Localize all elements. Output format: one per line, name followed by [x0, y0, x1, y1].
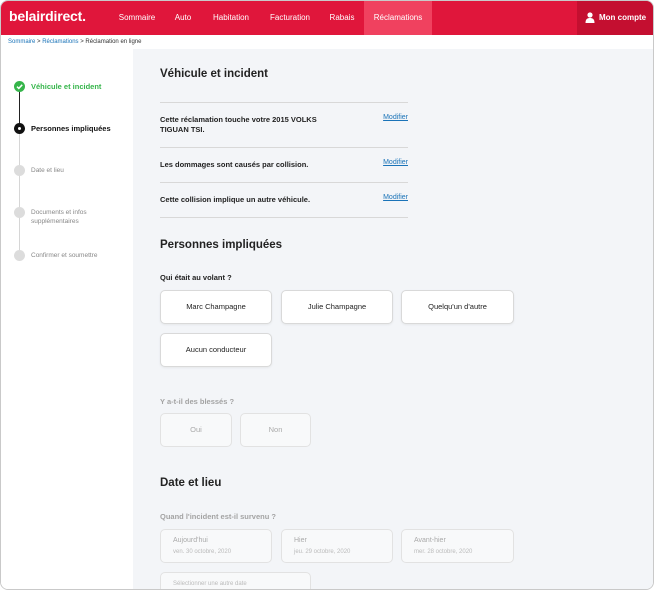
injury-option-yes[interactable]: Oui: [160, 413, 232, 447]
step-label: Personnes impliquées: [31, 124, 111, 133]
nav-item-auto[interactable]: Auto: [164, 1, 202, 35]
modify-link[interactable]: Modifier: [383, 114, 408, 121]
breadcrumb-current: Réclamation en ligne: [85, 39, 142, 45]
section-title-date: Date et lieu: [160, 477, 222, 489]
summary-text: Cette collision implique un autre véhicu…: [160, 195, 311, 204]
user-icon: [585, 12, 595, 23]
other-date-field[interactable]: Sélectionner une autre date: [160, 572, 311, 589]
driver-option-julie[interactable]: Julie Champagne: [281, 290, 393, 324]
breadcrumb-separator: >: [37, 39, 41, 45]
divider: [160, 147, 408, 148]
driver-option-other[interactable]: Quelqu'un d'autre: [401, 290, 514, 324]
breadcrumb-sommaire[interactable]: Sommaire: [8, 39, 35, 45]
modify-link[interactable]: Modifier: [383, 159, 408, 166]
date-option-date: ven. 30 octobre, 2020: [173, 549, 232, 555]
app-window: belairdirect. Sommaire Auto Habitation F…: [0, 0, 654, 590]
nav-item-rabais[interactable]: Rabais: [320, 1, 364, 35]
step-label: Véhicule et incident: [31, 82, 102, 91]
pending-step-icon: [14, 250, 25, 261]
date-option-label: Aujourd'hui: [173, 537, 208, 544]
divider: [160, 102, 408, 103]
nav-item-facturation[interactable]: Facturation: [260, 1, 320, 35]
pending-step-icon: [14, 165, 25, 176]
step-label: Confirmer et soumettre: [31, 252, 98, 259]
breadcrumb-separator: >: [80, 39, 84, 45]
date-option-label: Hier: [294, 537, 307, 544]
nav-item-sommaire[interactable]: Sommaire: [110, 1, 164, 35]
date-option-label: Avant-hier: [414, 537, 446, 544]
stepper-line-pending: [19, 133, 20, 253]
summary-text: Cette réclamation touche votre 2015 VOLK…: [160, 115, 317, 134]
driver-option-marc[interactable]: Marc Champagne: [160, 290, 272, 324]
modify-link[interactable]: Modifier: [383, 194, 408, 201]
pending-step-icon: [14, 207, 25, 218]
injury-question: Y a-t-il des blessés ?: [160, 397, 235, 406]
injury-option-no[interactable]: Non: [240, 413, 311, 447]
brand-logo[interactable]: belairdirect.: [9, 8, 86, 24]
date-option-date: mer. 28 octobre, 2020: [414, 549, 473, 555]
divider: [160, 217, 408, 218]
date-question: Quand l'incident est-il survenu ?: [160, 512, 276, 521]
driver-question: Qui était au volant ?: [160, 273, 232, 282]
account-button[interactable]: Mon compte: [577, 1, 653, 35]
nav-item-reclamations[interactable]: Réclamations: [364, 1, 432, 35]
breadcrumb: Sommaire > Réclamations > Réclamation en…: [8, 39, 141, 45]
date-option-date: jeu. 29 octobre, 2020: [294, 549, 351, 555]
progress-sidebar: Véhicule et incident Personnes impliquée…: [1, 49, 133, 589]
current-step-icon: [14, 123, 25, 134]
step-label: Documents et infos supplémentaires: [31, 209, 87, 225]
summary-text: Les dommages sont causés par collision.: [160, 160, 309, 169]
date-option-yesterday[interactable]: Hier jeu. 29 octobre, 2020: [281, 529, 393, 563]
driver-option-none[interactable]: Aucun conducteur: [160, 333, 272, 367]
date-option-today[interactable]: Aujourd'hui ven. 30 octobre, 2020: [160, 529, 272, 563]
top-nav: belairdirect. Sommaire Auto Habitation F…: [1, 1, 653, 35]
breadcrumb-reclamations[interactable]: Réclamations: [42, 39, 78, 45]
account-label: Mon compte: [599, 13, 647, 22]
step-label: Date et lieu: [31, 167, 64, 174]
nav-item-habitation[interactable]: Habitation: [202, 1, 260, 35]
checkmark-icon: [14, 81, 25, 92]
main-content: Véhicule et incident Cette réclamation t…: [133, 49, 653, 589]
stepper-line-done: [19, 91, 20, 127]
section-title-vehicule: Véhicule et incident: [160, 68, 268, 80]
divider: [160, 182, 408, 183]
section-title-personnes: Personnes impliquées: [160, 239, 283, 251]
date-option-day-before[interactable]: Avant-hier mer. 28 octobre, 2020: [401, 529, 514, 563]
